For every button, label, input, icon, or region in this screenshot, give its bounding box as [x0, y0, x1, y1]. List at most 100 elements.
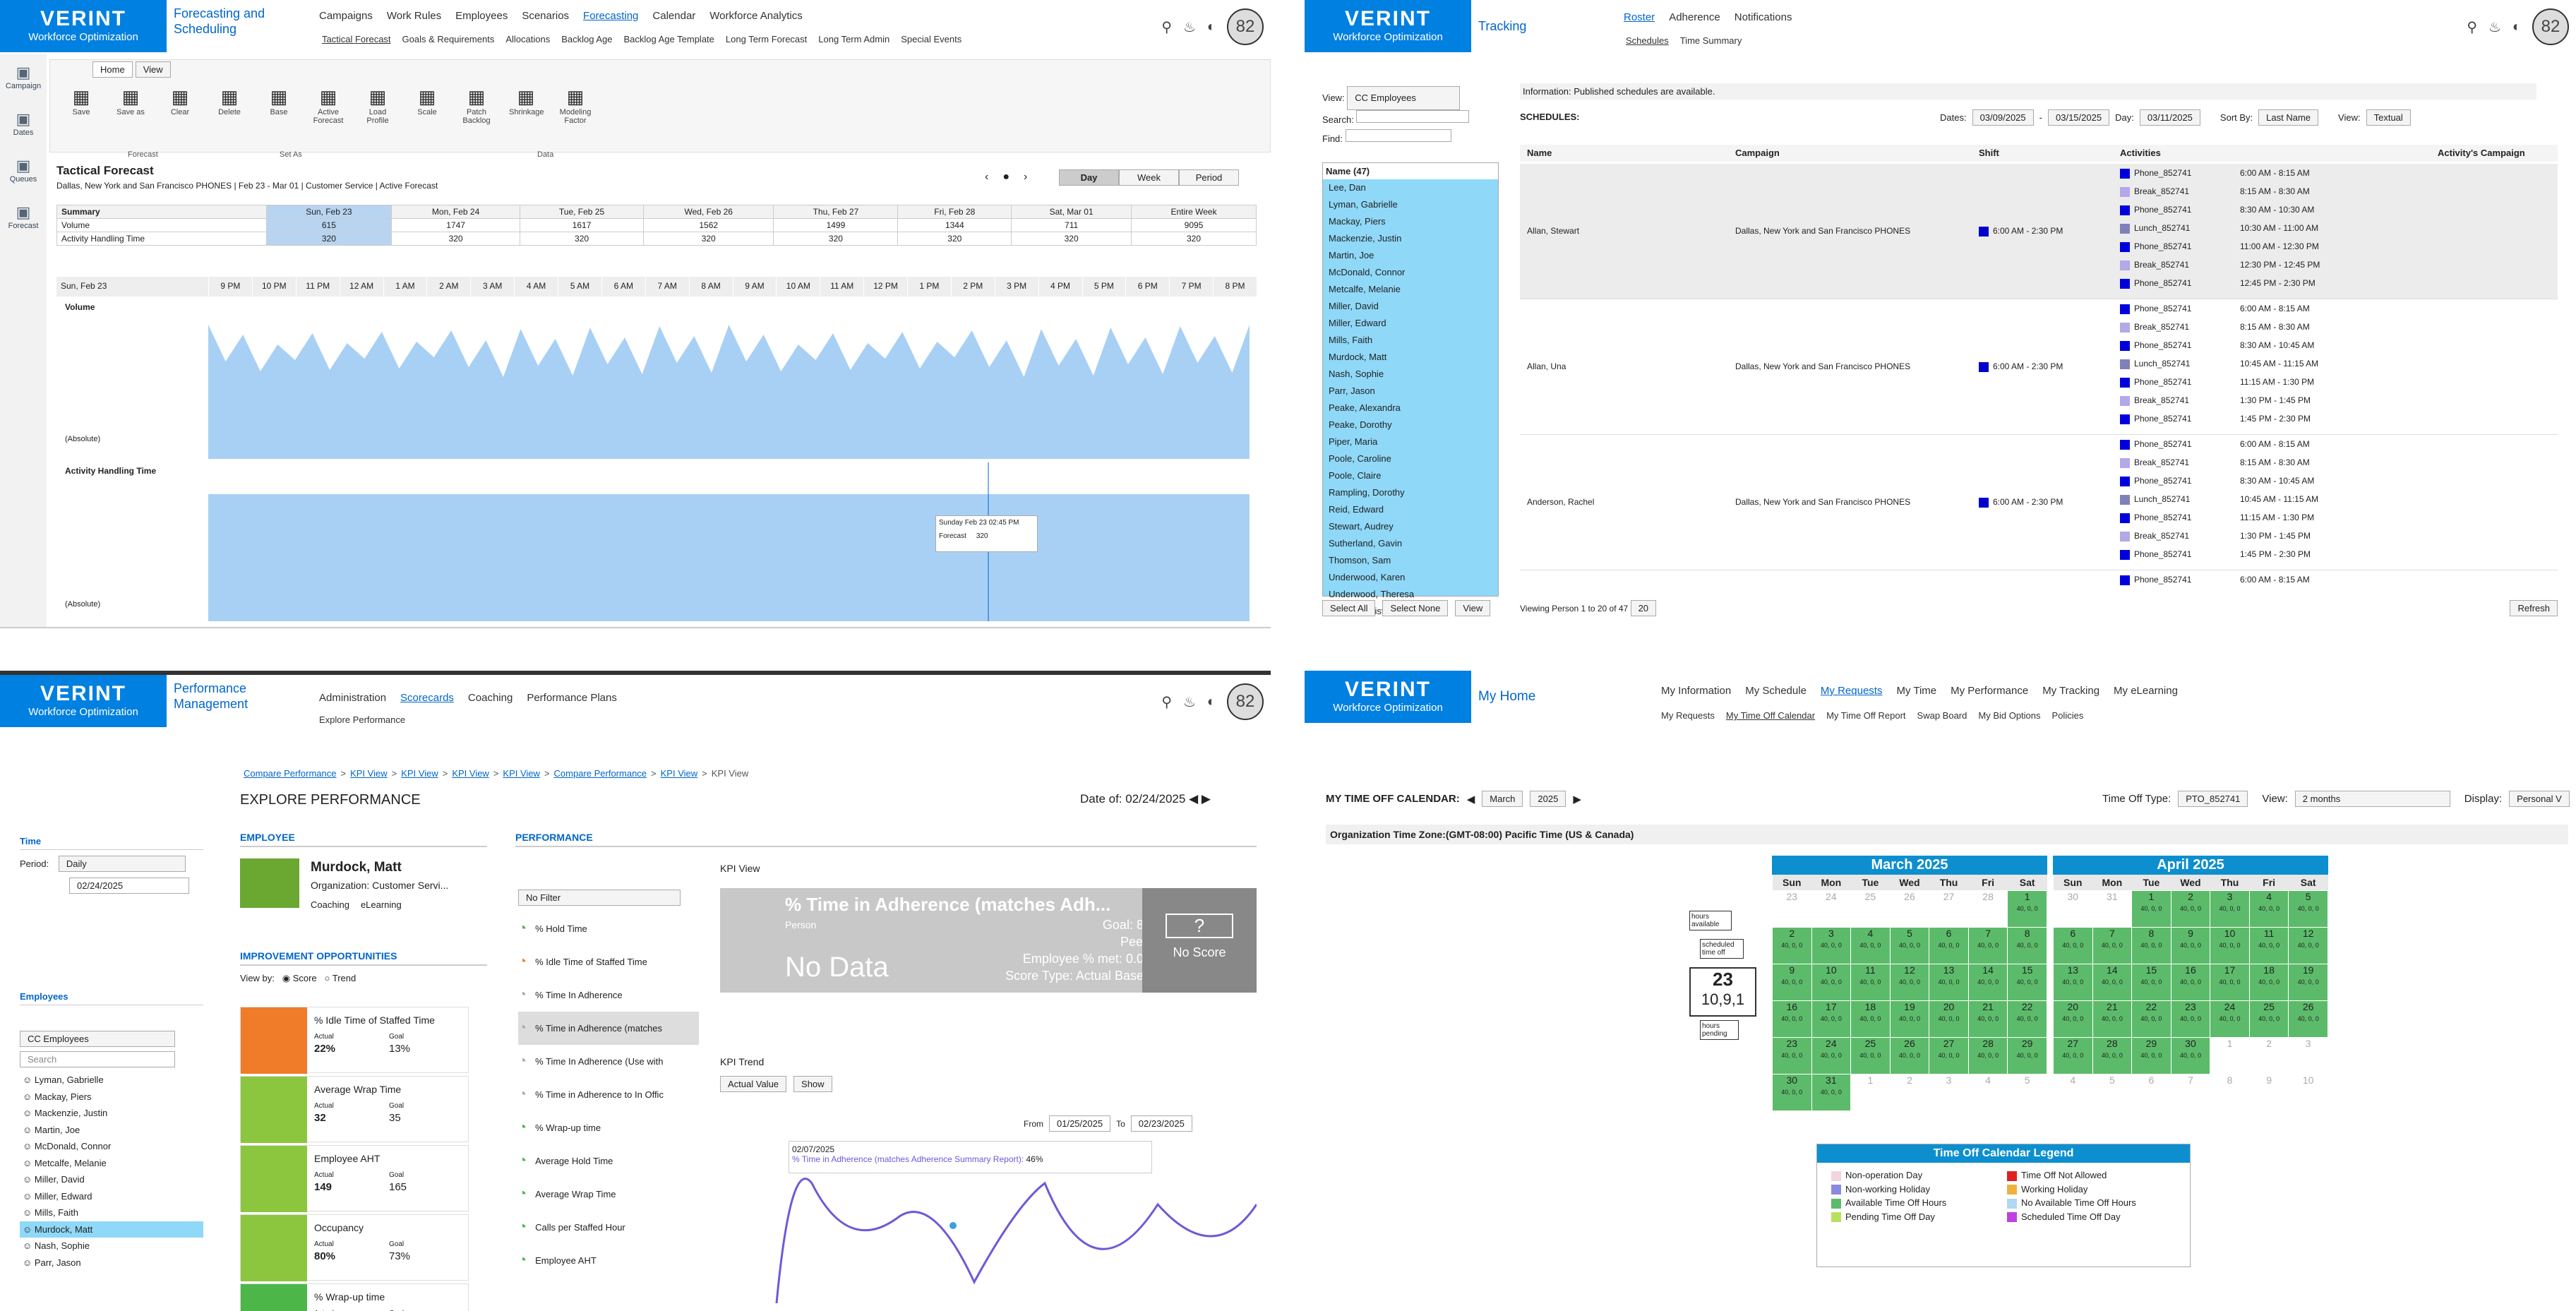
- kpi-item[interactable]: ◔ % Time In Adherence: [518, 978, 699, 1012]
- col-wed-feb-26[interactable]: Wed, Feb 26: [642, 205, 774, 219]
- refresh-button[interactable]: Refresh: [2510, 600, 2558, 616]
- crumb-kpi-view[interactable]: KPI View: [452, 768, 489, 779]
- list-item[interactable]: Mills, Faith: [1323, 332, 1498, 349]
- day-cell[interactable]: 4 40, 0, 0: [1850, 926, 1891, 964]
- day-cell[interactable]: 21 40, 0, 0: [1967, 1000, 2008, 1038]
- day-cell[interactable]: 28 40, 0, 0: [1967, 1036, 2008, 1074]
- calendar-nav-icon[interactable]: ●: [1002, 171, 1010, 184]
- day-cell[interactable]: 19 40, 0, 0: [1889, 1000, 1930, 1038]
- day-cell[interactable]: 9 40, 0, 0: [1772, 963, 1812, 1001]
- day-cell[interactable]: 25: [1850, 890, 1891, 928]
- opportunity-card[interactable]: Average Wrap Time Actual Goal 32 35: [240, 1076, 469, 1143]
- search-icon[interactable]: ⚲: [1161, 693, 1172, 711]
- day-cell[interactable]: 15 40, 0, 0: [2131, 963, 2171, 1001]
- list-item[interactable]: ☺ Mills, Faith: [20, 1204, 203, 1221]
- search-icon[interactable]: ⚲: [1161, 18, 1172, 36]
- day-cell[interactable]: 4 40, 0, 0: [2248, 890, 2289, 928]
- menu-tactical-forecast[interactable]: Tactical Forecast: [322, 34, 391, 44]
- cell[interactable]: 320: [391, 232, 521, 246]
- period-date[interactable]: 02/24/2025: [69, 878, 189, 894]
- list-item[interactable]: ☺ Murdock, Matt: [20, 1221, 203, 1238]
- select-none-button[interactable]: Select None: [1382, 600, 1449, 616]
- day-cell[interactable]: 22 40, 0, 0: [2007, 1000, 2047, 1038]
- day-cell[interactable]: 14 40, 0, 0: [2092, 963, 2133, 1001]
- day-cell[interactable]: 16 40, 0, 0: [2170, 963, 2211, 1001]
- menu-roster[interactable]: Roster: [1624, 11, 1655, 23]
- menu-my-schedule[interactable]: My Schedule: [1745, 685, 1807, 697]
- year-select[interactable]: 2025: [1530, 791, 1566, 807]
- menu-my-time[interactable]: My Time: [1896, 685, 1936, 697]
- menu-my-time-off-calendar[interactable]: My Time Off Calendar: [1726, 710, 1815, 721]
- day-cell[interactable]: 21 40, 0, 0: [2092, 1000, 2133, 1038]
- menu-explore-performance[interactable]: Explore Performance: [319, 714, 405, 725]
- day-cell[interactable]: 4: [1967, 1073, 2008, 1111]
- day-cell[interactable]: 29 40, 0, 0: [2131, 1036, 2171, 1074]
- day-cell[interactable]: 20 40, 0, 0: [1929, 1000, 1969, 1038]
- table-row[interactable]: Allan, Stewart Dallas, New York and San F…: [1520, 164, 2558, 299]
- day-cell[interactable]: 7: [2170, 1073, 2211, 1111]
- crumb-kpi-view[interactable]: KPI View: [503, 768, 540, 779]
- day-cell[interactable]: 16 40, 0, 0: [1772, 1000, 1812, 1038]
- menu-adherence[interactable]: Adherence: [1669, 11, 1720, 23]
- menu-my-requests[interactable]: My Requests: [1661, 710, 1715, 721]
- day-cell[interactable]: 31 40, 0, 0: [1811, 1073, 1852, 1111]
- day-cell[interactable]: 12 40, 0, 0: [1889, 963, 1930, 1001]
- list-item[interactable]: Thomson, Sam: [1323, 552, 1498, 569]
- day-cell[interactable]: 6: [2131, 1073, 2171, 1111]
- period-select[interactable]: Daily: [58, 856, 186, 872]
- list-item[interactable]: Mackay, Piers: [1323, 213, 1498, 230]
- menu-my-information[interactable]: My Information: [1661, 685, 1731, 697]
- date-to[interactable]: 03/15/2025: [2048, 109, 2110, 126]
- day-cell[interactable]: 26 40, 0, 0: [1889, 1036, 1930, 1074]
- employee-group-select[interactable]: CC Employees: [20, 1031, 175, 1047]
- day-cell[interactable]: 24: [1811, 890, 1852, 928]
- list-item[interactable]: Poole, Claire: [1323, 467, 1498, 484]
- cell[interactable]: 1562: [642, 218, 774, 232]
- day-cell[interactable]: 11 40, 0, 0: [2248, 926, 2289, 964]
- crumb-kpi-view[interactable]: KPI View: [661, 768, 698, 779]
- menu-long-term-admin[interactable]: Long Term Admin: [818, 34, 889, 44]
- find-input[interactable]: [1345, 129, 1451, 142]
- tool-clear[interactable]: ▦ Clear: [163, 86, 197, 125]
- display-select[interactable]: Personal V: [2509, 791, 2570, 807]
- day-cell[interactable]: 8: [2210, 1073, 2250, 1111]
- day-cell[interactable]: 24 40, 0, 0: [2210, 1000, 2250, 1038]
- kpi-item[interactable]: ◔ % Wrap-up time: [518, 1111, 699, 1144]
- menu-calendar[interactable]: Calendar: [652, 10, 695, 22]
- menu-schedules[interactable]: Schedules: [1626, 35, 1669, 46]
- day-cell[interactable]: 31: [2092, 890, 2133, 928]
- menu-backlog-age-template[interactable]: Backlog Age Template: [623, 34, 714, 44]
- list-item[interactable]: ☺ Lyman, Gabrielle: [20, 1072, 203, 1089]
- table-row[interactable]: Allan, Una Dallas, New York and San Franc…: [1520, 299, 2558, 435]
- from-date[interactable]: 01/25/2025: [1049, 1115, 1111, 1132]
- menu-my-requests[interactable]: My Requests: [1821, 685, 1883, 697]
- menu-time-summary[interactable]: Time Summary: [1680, 35, 1742, 46]
- kpi-item[interactable]: ◔ % Hold Time: [518, 912, 699, 945]
- opportunity-card[interactable]: % Wrap-up timeActualGoal22%25%: [240, 1283, 469, 1311]
- menu-notifications[interactable]: Notifications: [1735, 11, 1792, 23]
- kpi-item[interactable]: ◔ Average Wrap Time: [518, 1178, 699, 1211]
- list-item[interactable]: Mackenzie, Justin: [1323, 230, 1498, 247]
- tab-view[interactable]: View: [135, 61, 171, 78]
- day-cell[interactable]: 10: [2288, 1073, 2328, 1111]
- day-cell[interactable]: 29 40, 0, 0: [2007, 1036, 2047, 1074]
- day-select[interactable]: 03/11/2025: [2139, 109, 2200, 126]
- day-cell[interactable]: 5: [2092, 1073, 2133, 1111]
- day-cell[interactable]: 9 40, 0, 0: [2170, 926, 2211, 964]
- day-cell[interactable]: 9: [2248, 1073, 2289, 1111]
- tool-load-profile[interactable]: ▦ Load Profile: [361, 86, 395, 125]
- select-all-button[interactable]: Select All: [1322, 600, 1376, 616]
- list-item[interactable]: ☺ Miller, David: [20, 1171, 203, 1188]
- cell[interactable]: 711: [1011, 218, 1132, 232]
- tool-save-as[interactable]: ▦ Save as: [114, 86, 148, 125]
- tool-shrinkage[interactable]: ▦ Shrinkage: [509, 86, 544, 125]
- col-tue-feb-25[interactable]: Tue, Feb 25: [520, 205, 644, 219]
- day-cell[interactable]: 2 40, 0, 0: [2170, 890, 2211, 928]
- tool-base[interactable]: ▦ Base: [262, 86, 296, 125]
- day-cell[interactable]: 17 40, 0, 0: [2210, 963, 2250, 1001]
- menu-employees[interactable]: Employees: [455, 10, 508, 22]
- list-item[interactable]: Metcalfe, Melanie: [1323, 281, 1498, 298]
- menu-my-time-off-report[interactable]: My Time Off Report: [1826, 710, 1905, 721]
- kpi-item[interactable]: ◔ Calls per Staffed Hour: [518, 1211, 699, 1244]
- day-cell[interactable]: 14 40, 0, 0: [1967, 963, 2008, 1001]
